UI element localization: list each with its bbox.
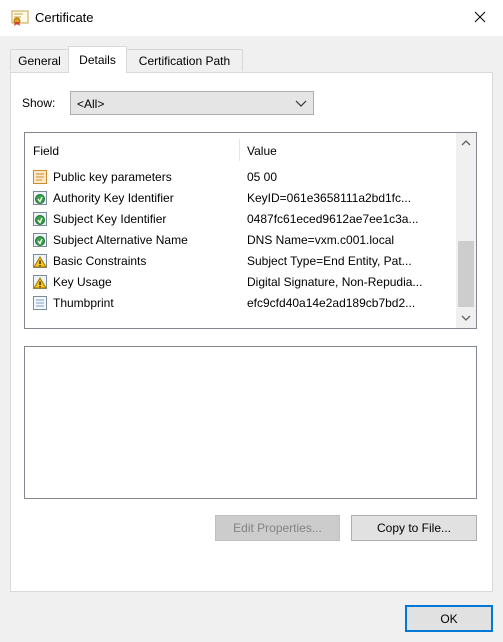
certificate-field-icon [32, 169, 48, 185]
tab-details[interactable]: Details [68, 46, 127, 73]
column-header-field[interactable]: Field [33, 144, 59, 158]
field-name: Subject Key Identifier [53, 212, 167, 226]
window-title: Certificate [35, 10, 94, 25]
button-label: Edit Properties... [233, 521, 322, 535]
list-header: Field Value [25, 133, 455, 167]
field-name: Thumbprint [53, 296, 114, 310]
list-item[interactable]: Subject Key Identifier 0487fc61eced9612a… [25, 209, 455, 230]
copy-to-file-button[interactable]: Copy to File... [351, 515, 477, 541]
list-item[interactable]: Key Usage Digital Signature, Non-Repudia… [25, 272, 455, 293]
chevron-down-icon [461, 311, 471, 325]
scroll-thumb[interactable] [458, 241, 474, 307]
field-value: 05 00 [247, 170, 278, 184]
field-value: efc9cfd40a14e2ad189cb7bd2... [247, 296, 416, 310]
property-icon [32, 295, 48, 311]
chevron-up-icon [461, 136, 471, 150]
list-item[interactable]: Authority Key Identifier KeyID=061e36581… [25, 188, 455, 209]
critical-extension-icon [32, 253, 48, 269]
scroll-down-button[interactable] [456, 308, 476, 328]
field-value: Subject Type=End Entity, Pat... [247, 254, 412, 268]
field-name: Public key parameters [53, 170, 172, 184]
tab-general[interactable]: General [10, 49, 69, 71]
title-bar: Certificate [0, 0, 503, 36]
list-item[interactable]: Public key parameters 05 00 [25, 167, 455, 188]
column-divider[interactable] [239, 139, 240, 161]
field-list[interactable]: Field Value Public key parameters 05 00 … [24, 132, 477, 329]
field-value: KeyID=061e3658111a2bd1fc... [247, 191, 412, 205]
column-header-value[interactable]: Value [247, 144, 277, 158]
tab-certification-path[interactable]: Certification Path [126, 49, 243, 71]
list-scrollbar[interactable] [456, 133, 476, 328]
field-name: Key Usage [53, 275, 112, 289]
value-detail-textbox[interactable] [24, 346, 477, 499]
field-name: Subject Alternative Name [53, 233, 188, 247]
tab-label: General [18, 53, 61, 68]
field-name: Authority Key Identifier [53, 191, 174, 205]
button-label: Copy to File... [376, 521, 452, 535]
field-name: Basic Constraints [53, 254, 147, 268]
ok-button[interactable]: OK [405, 605, 493, 632]
extension-icon [32, 190, 48, 206]
extension-icon [32, 232, 48, 248]
button-label: OK [440, 611, 458, 626]
show-selected-value: <All> [77, 97, 105, 111]
scroll-up-button[interactable] [456, 133, 476, 153]
field-value: Digital Signature, Non-Repudia... [247, 275, 423, 289]
tab-label: Details [79, 53, 116, 67]
extension-icon [32, 211, 48, 227]
field-value: 0487fc61eced9612ae7ee1c3a... [247, 212, 419, 226]
list-item[interactable]: Thumbprint efc9cfd40a14e2ad189cb7bd2... [25, 293, 455, 314]
field-value: DNS Name=vxm.c001.local [247, 233, 395, 247]
critical-extension-icon [32, 274, 48, 290]
show-label: Show: [22, 96, 56, 110]
certificate-icon [11, 10, 29, 26]
close-icon [474, 11, 486, 26]
show-dropdown[interactable]: <All> [70, 91, 314, 115]
list-item[interactable]: Subject Alternative Name DNS Name=vxm.c0… [25, 230, 455, 251]
list-item[interactable]: Basic Constraints Subject Type=End Entit… [25, 251, 455, 272]
tab-label: Certification Path [138, 53, 231, 68]
chevron-down-icon [295, 97, 307, 112]
close-button[interactable] [457, 0, 503, 36]
edit-properties-button[interactable]: Edit Properties... [215, 515, 340, 541]
